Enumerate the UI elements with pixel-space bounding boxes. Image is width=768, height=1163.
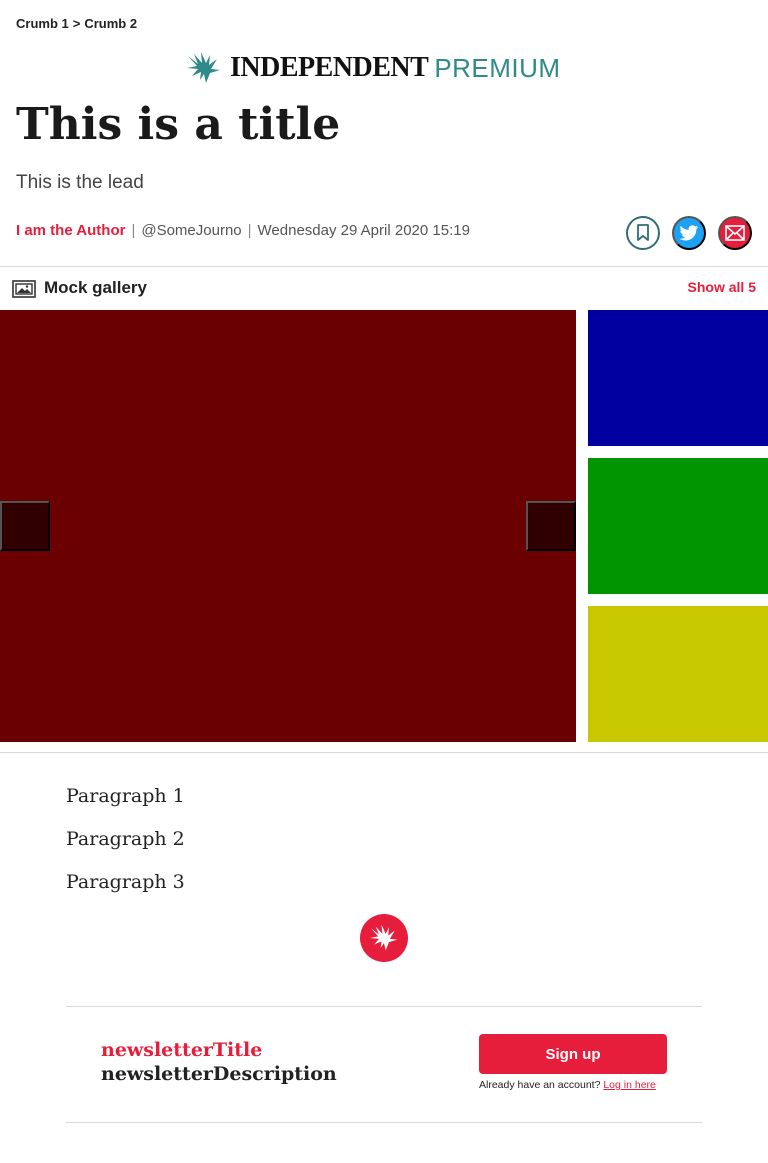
article-lead: This is the lead: [16, 172, 144, 193]
bookmark-icon: [637, 224, 649, 241]
gallery-thumbnail[interactable]: [588, 310, 768, 446]
newsletter-description: newsletterDescription: [101, 1063, 337, 1085]
masthead-brand: INDEPENDENT: [230, 52, 429, 83]
breadcrumb-separator: >: [72, 16, 81, 31]
gallery-icon: [12, 280, 36, 298]
breadcrumb: Crumb 1 > Crumb 2: [16, 16, 137, 31]
breadcrumb-item-2[interactable]: Crumb 2: [84, 16, 137, 31]
email-icon: [725, 225, 745, 241]
gallery-header: Mock gallery Show all 5: [0, 266, 768, 310]
bookmark-button[interactable]: [626, 216, 660, 250]
email-share-button[interactable]: [718, 216, 752, 250]
end-of-article-eagle-icon: [360, 914, 408, 962]
twitter-icon: [679, 224, 699, 240]
signup-button[interactable]: Sign up: [479, 1034, 667, 1074]
article-paragraph: Paragraph 3: [66, 871, 185, 893]
login-link[interactable]: Log in here: [603, 1079, 656, 1091]
show-all-button[interactable]: Show all 5: [688, 279, 756, 295]
masthead-logo[interactable]: INDEPENDENT PREMIUM: [184, 50, 561, 86]
gallery-title: Mock gallery: [44, 278, 147, 297]
account-text: Already have an account?: [479, 1079, 601, 1091]
gallery-main-image[interactable]: [0, 310, 576, 742]
author-handle[interactable]: @SomeJourno: [141, 222, 241, 239]
divider: [0, 752, 768, 753]
article-paragraph: Paragraph 1: [66, 785, 185, 807]
byline: I am the Author | @SomeJourno | Wednesda…: [16, 222, 470, 239]
eagle-logo-icon: [187, 52, 220, 83]
gallery-thumbnail[interactable]: [588, 606, 768, 742]
eagle-icon: [369, 924, 398, 951]
breadcrumb-item-1[interactable]: Crumb 1: [16, 16, 69, 31]
newsletter-title: newsletterTitle: [101, 1039, 263, 1061]
twitter-share-button[interactable]: [672, 216, 706, 250]
gallery-thumbnail[interactable]: [588, 458, 768, 594]
article-paragraph: Paragraph 2: [66, 828, 185, 850]
divider: [66, 1122, 702, 1123]
byline-divider: |: [247, 222, 252, 239]
author-link[interactable]: I am the Author: [16, 222, 125, 239]
byline-divider: |: [131, 222, 136, 239]
gallery-prev-button[interactable]: [0, 501, 50, 551]
article-title: This is a title: [16, 99, 341, 150]
masthead-premium: PREMIUM: [434, 53, 561, 83]
article-date: Wednesday 29 April 2020 15:19: [257, 222, 470, 239]
gallery-next-button[interactable]: [526, 501, 576, 551]
account-prompt: Already have an account? Log in here: [479, 1079, 656, 1091]
divider: [66, 1006, 702, 1007]
